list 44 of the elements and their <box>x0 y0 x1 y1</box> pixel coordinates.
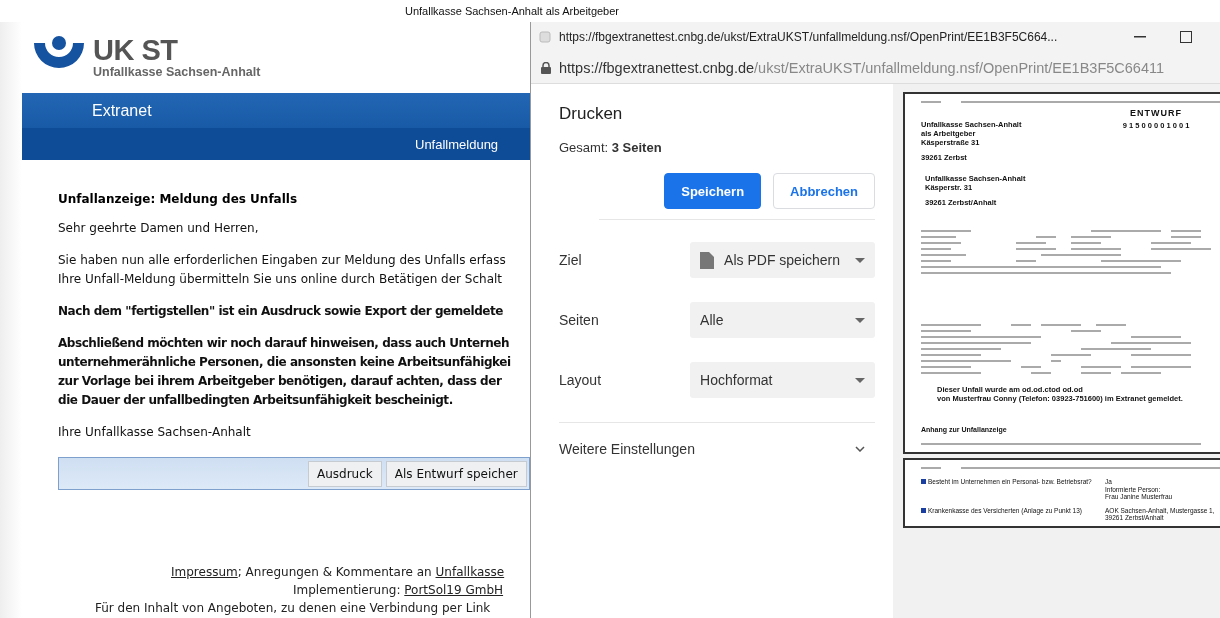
caret-icon <box>855 377 865 383</box>
minimize-icon[interactable] <box>1134 36 1146 38</box>
page-count: Gesamt: 3 Seiten <box>559 140 663 155</box>
setting-select[interactable]: Hochformat <box>690 362 875 398</box>
more-settings[interactable]: Weitere Einstellungen <box>559 422 875 457</box>
setting-select[interactable]: Alle <box>690 302 875 338</box>
page-title: Unfallkasse Sachsen-Anhalt als Arbeitgeber <box>405 5 619 17</box>
chevron-down-icon <box>855 446 865 452</box>
page-button[interactable]: Als Entwurf speicher <box>385 460 527 487</box>
draft-label: ENTWURF <box>1130 108 1182 118</box>
logo-subtitle: Unfallkasse Sachsen-Anhalt <box>93 65 261 79</box>
maximize-icon[interactable] <box>1180 31 1192 43</box>
paragraph: Sie haben nun alle erforderlichen Eingaben zur Meldung des Unfalls erfass Ihre Unfall-Meldung übermitteln Sie uns online durch Betätigen der Schalt <box>58 252 507 288</box>
paragraph: Sehr geehrte Damen und Herren, <box>58 220 260 237</box>
logo-text: UK ST <box>93 35 179 65</box>
window-title: https://fbgextranettest.cnbg.de/ukst/ExtraUKST/unfallmeldung.nsf/OpenPrint/EE1B3F5C664... <box>559 30 1059 44</box>
footer-text: Für den Inhalt von Angeboten, zu denen eine Verbindung per Link <box>94 600 492 617</box>
footer-text: Impressum; Anregungen & Kommentare an Unfallkasse <box>170 564 506 581</box>
file-icon <box>700 251 715 269</box>
bullet-icon <box>921 479 926 484</box>
print-title: Drucken <box>559 104 624 124</box>
logo-emblem-icon <box>33 35 85 71</box>
cancel-button[interactable]: Abbrechen <box>773 173 875 209</box>
caret-icon <box>855 257 865 263</box>
setting-label: Ziel <box>559 252 583 268</box>
footer-link[interactable]: PortSol19 GmbH <box>404 583 504 597</box>
caret-icon <box>855 317 865 323</box>
footer-link[interactable]: Impressum <box>171 565 238 579</box>
setting-label: Layout <box>559 372 603 388</box>
nav-link[interactable]: Unfallmeldung <box>415 136 499 152</box>
page-button[interactable]: Ausdruck <box>308 460 382 487</box>
paragraph: Ihre Unfallkasse Sachsen-Anhalt <box>58 424 252 441</box>
setting-select[interactable]: Als PDF speichern <box>690 242 875 278</box>
paragraph: Abschließend möchten wir noch darauf hinweisen, dass auch Unterneh unternehmerähnliche Personen, die ansonsten keine Arbeitsunfähigkei zur Vorlage bei ihrem Arbeitgeber benötigen, darauf achten, dass der die Dauer der unfallbedingten Arbeitsunfähigkeit bescheinigt. <box>58 335 512 409</box>
bullet-icon <box>921 507 926 513</box>
page-icon <box>539 31 551 43</box>
lock-icon <box>541 61 551 74</box>
save-button[interactable]: Speichern <box>664 173 762 209</box>
setting-label: Seiten <box>559 312 600 328</box>
banner-title: Extranet <box>92 101 152 120</box>
page-heading: Unfallanzeige: Meldung des Unfalls <box>58 192 299 206</box>
footer-link[interactable]: Unfallkasse <box>435 565 505 579</box>
footer-text: Implementierung: PortSol19 GmbH <box>292 582 505 599</box>
paragraph: Nach dem "fertigstellen" ist ein Ausdruck sowie Export der gemeldete <box>58 303 504 320</box>
